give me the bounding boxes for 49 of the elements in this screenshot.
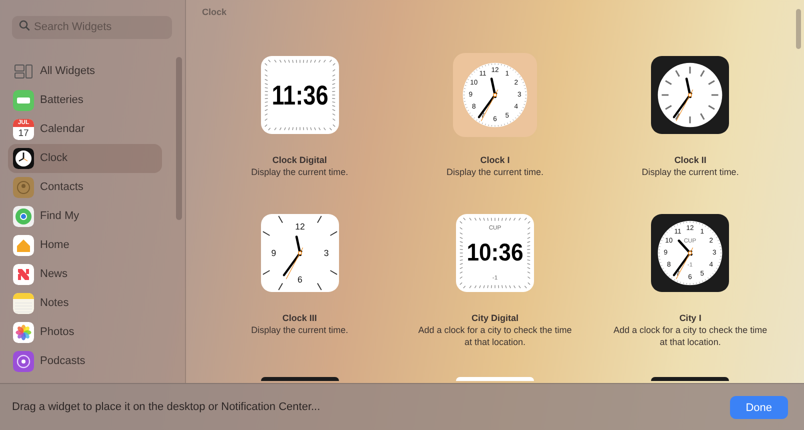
widget-title: Clock I [480,154,510,166]
footer-hint: Drag a widget to place it on the desktop or Notification Center... [12,400,320,415]
sidebar-item[interactable]: Clock [8,144,162,173]
widget-preview[interactable] [260,376,339,380]
clock-dial-drawing [462,62,528,127]
sidebar-item[interactable]: Contacts [8,173,162,202]
widget-title: Clock III [282,312,317,324]
widget-slot[interactable]: 12 9 3 6 [258,210,342,294]
time-text: 11:36 [271,79,339,110]
house-icon [13,235,34,256]
widget-title: Clock Digital [272,154,327,167]
sidebar-item[interactable]: Batteries [8,86,162,115]
widget-description: Display the current time. [250,325,350,337]
widget-title: City Digital [471,312,518,325]
flower-icon [13,322,34,343]
clock-numeral: 6 [297,274,302,284]
search-icon [19,20,30,31]
sidebar-item[interactable]: Find My [8,202,162,231]
clock-numeral: 9 [270,248,276,258]
widget-description: Add a clock for a city to check the time at that location. [612,325,768,348]
news-icon [13,264,34,285]
sidebar-item[interactable]: Notes [8,289,162,318]
sidebar-item[interactable]: Photos [8,318,162,347]
scrollbar-thumb[interactable] [176,57,182,220]
sidebar-item[interactable]: Podcasts [8,347,162,376]
person-card-icon [13,177,34,198]
widget-description: Add a clock for a city to check the time at that location. [417,325,573,348]
clock-icon [13,148,34,169]
day-text: 17 [18,128,29,139]
widget-preview[interactable] [651,376,730,380]
clock-numeral: 12 [294,221,305,232]
battery-icon [13,90,34,111]
clock-numeral: 3 [324,248,328,258]
sidebar-item[interactable]: Home [8,231,162,260]
scrollbar-thumb[interactable] [796,9,801,49]
widget-slot[interactable]: 11:36 [258,52,342,136]
section-title: Clock [202,6,228,19]
widget-description: Display the current time. [640,167,740,179]
broadcast-icon [13,351,34,372]
widget-title: City I [679,312,702,325]
widget-description: Display the current time. [445,167,544,179]
location-icon [13,206,34,227]
widget-description: Display the current time. [250,167,350,179]
sidebar-item[interactable]: All Widgets [8,57,162,86]
done-button[interactable]: Done [730,396,788,418]
time-text: 10:36 [466,239,530,266]
widget-title: Clock II [674,154,706,166]
sidebar-item[interactable]: News [8,260,162,289]
notepad-icon [13,293,34,314]
